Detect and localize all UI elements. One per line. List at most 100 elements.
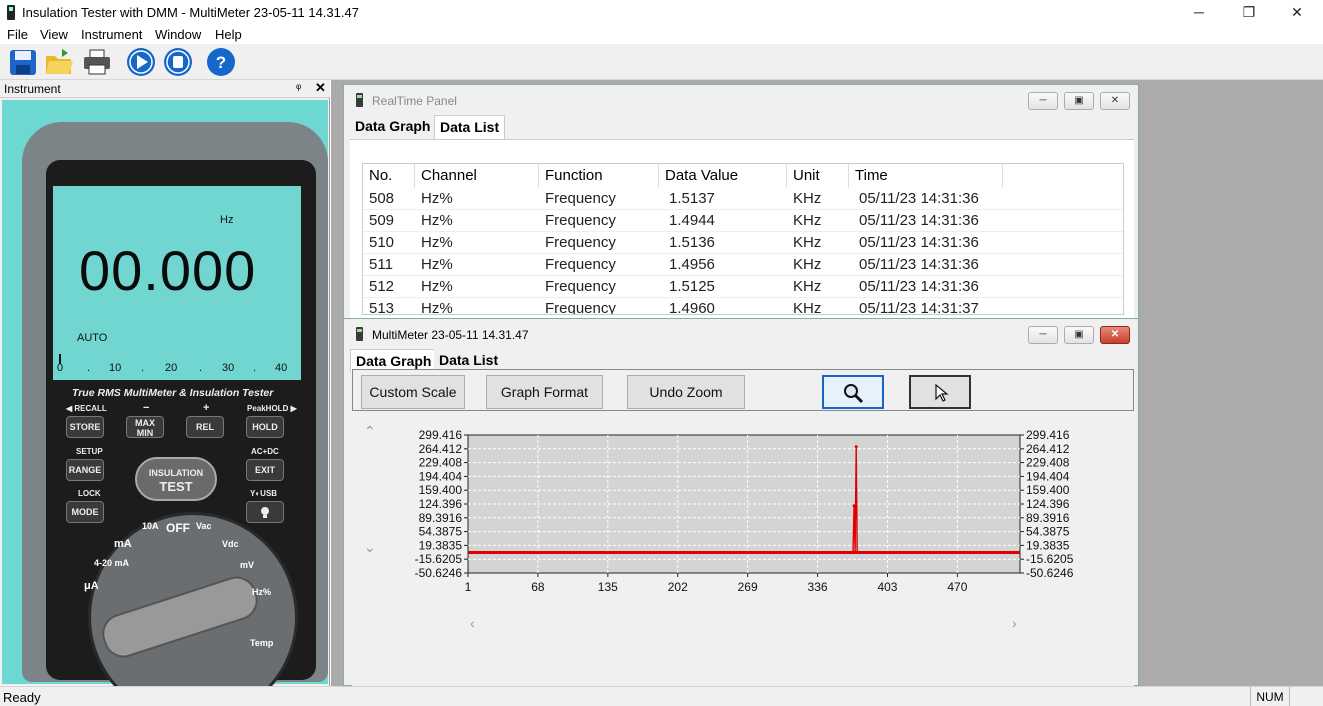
y-tick-label-left: 229.408 [419,456,463,470]
table-row[interactable]: 511 Hz% Frequency 1.4956 KHz 05/11/23 14:31:3… [363,254,1123,276]
y-tick-label-left: 19.3835 [419,538,463,552]
cell-time: 05/11/23 14:31:36 [859,212,979,229]
y-tick-label-right: -50.6246 [1026,566,1074,580]
col-no[interactable]: No. [363,164,415,188]
cell-no: 510 [369,234,395,251]
y-tick-label-left: 159.400 [419,483,463,497]
cell-data-value: 1.5136 [669,234,715,251]
multimeter-close-button[interactable]: ✕ [1100,326,1130,344]
x-tick-label: 1 [465,580,472,594]
cell-no: 512 [369,278,395,295]
mode-button[interactable]: MODE [66,501,104,523]
y-tick-label-right: 194.404 [1026,469,1070,483]
data-point [852,504,856,508]
mdi-workspace: RealTime Panel ─ ▣ ✕ Data Graph Data Lis… [331,80,1323,689]
dial-vdc: Vdc [222,539,239,549]
menu-bar: File View Instrument Window Help [0,26,1323,44]
tab-data-graph[interactable]: Data Graph [350,115,436,139]
realtime-restore-button[interactable]: ▣ [1064,92,1094,110]
cell-unit: KHz [793,190,822,207]
x-tick-label: 269 [738,580,758,594]
col-unit[interactable]: Unit [787,164,849,188]
save-icon[interactable] [8,47,38,77]
menu-instrument[interactable]: Instrument [81,27,142,42]
maxmin-button[interactable]: MAX MIN [126,416,164,438]
undo-zoom-button[interactable]: Undo Zoom [627,375,745,409]
open-folder-icon[interactable] [44,47,74,77]
data-point [854,445,858,449]
y-tick-label-left: 299.416 [419,428,463,442]
cell-channel: Hz% [421,300,453,315]
dial-10a: 10A [142,521,159,531]
stop-icon[interactable] [163,47,193,77]
cell-unit: KHz [793,234,822,251]
multimeter-restore-button[interactable]: ▣ [1064,326,1094,344]
rel-button[interactable]: REL [186,416,224,438]
close-button[interactable]: ✕ [1274,0,1320,26]
help-icon[interactable]: ? [206,47,236,77]
multimeter-minimize-button[interactable]: ─ [1028,326,1058,344]
realtime-panel-window: RealTime Panel ─ ▣ ✕ Data Graph Data Lis… [343,84,1139,322]
backlight-button[interactable] [246,501,284,523]
scale-tick: 0 [57,362,64,374]
scroll-left-icon[interactable]: ‹ [470,615,475,631]
y-tick-label-left: 89.3916 [419,511,463,525]
menu-file[interactable]: File [7,27,28,42]
play-icon[interactable] [126,47,156,77]
table-row[interactable]: 513 Hz% Frequency 1.4960 KHz 05/11/23 14:31:3… [363,298,1123,315]
col-channel[interactable]: Channel [415,164,539,188]
tab-data-list[interactable]: Data List [434,115,506,139]
y-tick-label-right: 299.416 [1026,428,1070,442]
minimize-button[interactable]: ─ [1176,0,1222,26]
graph-format-button[interactable]: Graph Format [486,375,603,409]
instrument-pane-title: Instrument [4,82,61,96]
col-function[interactable]: Function [539,164,659,188]
cell-channel: Hz% [421,278,453,295]
col-time[interactable]: Time [849,164,1003,188]
menu-view[interactable]: View [40,27,68,42]
usb-label: Y◐USB [250,489,278,498]
realtime-minimize-button[interactable]: ─ [1028,92,1058,110]
menu-help[interactable]: Help [215,27,242,42]
range-button[interactable]: RANGE [66,459,104,481]
table-row[interactable]: 512 Hz% Frequency 1.5125 KHz 05/11/23 14:31:3… [363,276,1123,298]
status-text: Ready [3,690,41,705]
exit-button[interactable]: EXIT [246,459,284,481]
menu-window[interactable]: Window [155,27,201,42]
zoom-tool-button[interactable] [822,375,884,409]
realtime-close-button[interactable]: ✕ [1100,92,1130,110]
col-data-value[interactable]: Data Value [659,164,787,188]
cell-function: Frequency [545,278,616,295]
store-button[interactable]: STORE [66,416,104,438]
custom-scale-button[interactable]: Custom Scale [361,375,465,409]
y-tick-label-left: -50.6246 [415,566,463,580]
svg-text:?: ? [216,53,226,72]
table-row[interactable]: 508 Hz% Frequency 1.5137 KHz 05/11/23 14:31:3… [363,188,1123,210]
hold-button[interactable]: HOLD [246,416,284,438]
frequency-chart[interactable]: 299.416 299.416264.412 264.412229.408 229.4… [352,415,1134,615]
data-list-table: No. Channel Function Data Value Unit Tim… [362,163,1124,315]
dial-vac: Vac [196,521,212,531]
dial-4-20ma: 4-20 mA [94,558,130,568]
realtime-panel-icon [356,93,363,107]
lcd-display: Hz 00.000 AUTO 0 . 10 . 20 . 30 . 40 [53,186,301,380]
pointer-tool-button[interactable] [909,375,971,409]
cell-no: 513 [369,300,395,315]
table-row[interactable]: 510 Hz% Frequency 1.5136 KHz 05/11/23 14:31:3… [363,232,1123,254]
insulation-test-button[interactable]: INSULATION TEST [135,457,217,501]
dial-ma: mA [114,538,132,550]
cell-no: 511 [369,256,393,273]
pointer-icon [935,383,949,402]
window-title: Insulation Tester with DMM - MultiMeter … [22,5,359,20]
table-row[interactable]: 509 Hz% Frequency 1.4944 KHz 05/11/23 14:31:3… [363,210,1123,232]
cell-unit: KHz [793,300,822,315]
cell-data-value: 1.4960 [669,300,715,315]
app-icon [7,5,15,20]
maximize-button[interactable]: ❐ [1226,0,1272,26]
pane-close-icon[interactable]: ✕ [315,80,326,96]
scroll-right-icon[interactable]: › [1012,615,1017,631]
pin-icon[interactable]: ᵠ [296,81,301,95]
cell-unit: KHz [793,278,822,295]
print-icon[interactable] [82,47,112,77]
dial-ua: μA [84,580,99,592]
